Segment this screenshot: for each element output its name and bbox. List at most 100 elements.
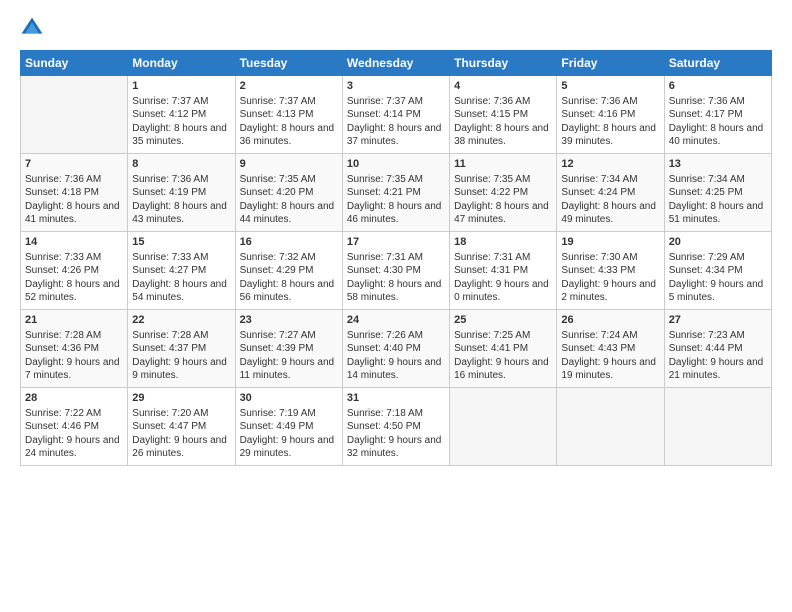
day-content: Sunrise: 7:36 AMSunset: 4:19 PMDaylight:… (132, 174, 227, 226)
calendar-table: SundayMondayTuesdayWednesdayThursdayFrid… (20, 50, 772, 466)
day-number: 29 (132, 391, 230, 406)
day-number: 4 (454, 79, 552, 94)
calendar-header-monday: Monday (128, 51, 235, 76)
calendar-header-tuesday: Tuesday (235, 51, 342, 76)
day-number: 2 (240, 79, 338, 94)
calendar-cell (21, 76, 128, 154)
calendar-week-1: 1 Sunrise: 7:37 AMSunset: 4:12 PMDaylight… (21, 76, 772, 154)
calendar-cell: 18Sunrise: 7:31 AMSunset: 4:31 PMDayligh… (450, 232, 557, 310)
calendar-cell (557, 388, 664, 466)
calendar-cell: 3 Sunrise: 7:37 AMSunset: 4:14 PMDaylight… (342, 76, 449, 154)
calendar-cell: 20 Sunrise: 7:29 AMSunset: 4:34 PMDayligh… (664, 232, 771, 310)
calendar-cell: 9 Sunrise: 7:35 AMSunset: 4:20 PMDaylight… (235, 154, 342, 232)
calendar-header-sunday: Sunday (21, 51, 128, 76)
calendar-week-4: 21Sunrise: 7:28 AMSunset: 4:36 PMDayligh… (21, 310, 772, 388)
day-number: 9 (240, 157, 338, 172)
day-content: Sunrise: 7:36 AMSunset: 4:18 PMDaylight:… (25, 174, 120, 226)
calendar-cell: 4 Sunrise: 7:36 AMSunset: 4:15 PMDaylight… (450, 76, 557, 154)
day-number: 10 (347, 157, 445, 172)
calendar-cell: 26 Sunrise: 7:24 AMSunset: 4:43 PMDayligh… (557, 310, 664, 388)
day-number: 7 (25, 157, 123, 172)
calendar-cell: 12 Sunrise: 7:34 AMSunset: 4:24 PMDayligh… (557, 154, 664, 232)
day-content: Sunrise: 7:24 AMSunset: 4:43 PMDaylight:… (561, 330, 656, 382)
calendar-week-5: 28 Sunrise: 7:22 AMSunset: 4:46 PMDayligh… (21, 388, 772, 466)
day-content: Sunrise: 7:36 AMSunset: 4:16 PMDaylight:… (561, 96, 656, 148)
day-number: 30 (240, 391, 338, 406)
day-content: Sunrise: 7:31 AMSunset: 4:30 PMDaylight:… (347, 252, 442, 304)
calendar-cell: 31 Sunrise: 7:18 AMSunset: 4:50 PMDayligh… (342, 388, 449, 466)
day-number: 16 (240, 235, 338, 250)
day-number: 19 (561, 235, 659, 250)
day-content: Sunrise: 7:34 AMSunset: 4:25 PMDaylight:… (669, 174, 764, 226)
day-content: Sunrise: 7:28 AMSunset: 4:37 PMDaylight:… (132, 330, 227, 382)
calendar-header-thursday: Thursday (450, 51, 557, 76)
calendar-cell: 25Sunrise: 7:25 AMSunset: 4:41 PMDayligh… (450, 310, 557, 388)
day-content: Sunrise: 7:26 AMSunset: 4:40 PMDaylight:… (347, 330, 442, 382)
calendar-cell: 22 Sunrise: 7:28 AMSunset: 4:37 PMDayligh… (128, 310, 235, 388)
calendar-cell: 7 Sunrise: 7:36 AMSunset: 4:18 PMDaylight… (21, 154, 128, 232)
day-content: Sunrise: 7:25 AMSunset: 4:41 PMDaylight:… (454, 330, 549, 382)
day-number: 27 (669, 313, 767, 328)
day-content: Sunrise: 7:29 AMSunset: 4:34 PMDaylight:… (669, 252, 764, 304)
calendar-header-saturday: Saturday (664, 51, 771, 76)
calendar-cell: 11 Sunrise: 7:35 AMSunset: 4:22 PMDayligh… (450, 154, 557, 232)
calendar-cell: 30 Sunrise: 7:19 AMSunset: 4:49 PMDayligh… (235, 388, 342, 466)
day-content: Sunrise: 7:33 AMSunset: 4:27 PMDaylight:… (132, 252, 227, 304)
calendar-cell: 21Sunrise: 7:28 AMSunset: 4:36 PMDayligh… (21, 310, 128, 388)
calendar-cell: 8Sunrise: 7:36 AMSunset: 4:19 PMDaylight… (128, 154, 235, 232)
calendar-cell: 6Sunrise: 7:36 AMSunset: 4:17 PMDaylight… (664, 76, 771, 154)
day-content: Sunrise: 7:35 AMSunset: 4:20 PMDaylight:… (240, 174, 335, 226)
day-number: 28 (25, 391, 123, 406)
day-number: 6 (669, 79, 767, 94)
day-number: 14 (25, 235, 123, 250)
day-content: Sunrise: 7:37 AMSunset: 4:13 PMDaylight:… (240, 96, 335, 148)
calendar-week-3: 14 Sunrise: 7:33 AMSunset: 4:26 PMDayligh… (21, 232, 772, 310)
calendar-cell: 23 Sunrise: 7:27 AMSunset: 4:39 PMDayligh… (235, 310, 342, 388)
day-number: 17 (347, 235, 445, 250)
day-number: 22 (132, 313, 230, 328)
day-content: Sunrise: 7:35 AMSunset: 4:22 PMDaylight:… (454, 174, 549, 226)
calendar-cell: 27Sunrise: 7:23 AMSunset: 4:44 PMDayligh… (664, 310, 771, 388)
day-content: Sunrise: 7:20 AMSunset: 4:47 PMDaylight:… (132, 408, 227, 460)
calendar-cell: 2 Sunrise: 7:37 AMSunset: 4:13 PMDaylight… (235, 76, 342, 154)
day-number: 31 (347, 391, 445, 406)
calendar-cell: 24Sunrise: 7:26 AMSunset: 4:40 PMDayligh… (342, 310, 449, 388)
day-content: Sunrise: 7:19 AMSunset: 4:49 PMDaylight:… (240, 408, 335, 460)
day-number: 13 (669, 157, 767, 172)
day-number: 11 (454, 157, 552, 172)
day-content: Sunrise: 7:37 AMSunset: 4:14 PMDaylight:… (347, 96, 442, 148)
day-number: 3 (347, 79, 445, 94)
calendar-cell (664, 388, 771, 466)
day-content: Sunrise: 7:22 AMSunset: 4:46 PMDaylight:… (25, 408, 120, 460)
day-content: Sunrise: 7:27 AMSunset: 4:39 PMDaylight:… (240, 330, 335, 382)
calendar-cell: 29 Sunrise: 7:20 AMSunset: 4:47 PMDayligh… (128, 388, 235, 466)
day-content: Sunrise: 7:18 AMSunset: 4:50 PMDaylight:… (347, 408, 442, 460)
calendar-header-row: SundayMondayTuesdayWednesdayThursdayFrid… (21, 51, 772, 76)
calendar-cell: 15 Sunrise: 7:33 AMSunset: 4:27 PMDayligh… (128, 232, 235, 310)
calendar-week-2: 7 Sunrise: 7:36 AMSunset: 4:18 PMDaylight… (21, 154, 772, 232)
day-number: 1 (132, 79, 230, 94)
calendar-cell: 1 Sunrise: 7:37 AMSunset: 4:12 PMDaylight… (128, 76, 235, 154)
calendar-cell: 16Sunrise: 7:32 AMSunset: 4:29 PMDayligh… (235, 232, 342, 310)
day-number: 15 (132, 235, 230, 250)
day-content: Sunrise: 7:34 AMSunset: 4:24 PMDaylight:… (561, 174, 656, 226)
calendar-cell: 17 Sunrise: 7:31 AMSunset: 4:30 PMDayligh… (342, 232, 449, 310)
calendar-cell: 13 Sunrise: 7:34 AMSunset: 4:25 PMDayligh… (664, 154, 771, 232)
day-number: 26 (561, 313, 659, 328)
calendar-header-wednesday: Wednesday (342, 51, 449, 76)
day-content: Sunrise: 7:33 AMSunset: 4:26 PMDaylight:… (25, 252, 120, 304)
day-number: 5 (561, 79, 659, 94)
day-content: Sunrise: 7:36 AMSunset: 4:15 PMDaylight:… (454, 96, 549, 148)
logo-icon (20, 16, 44, 40)
day-number: 21 (25, 313, 123, 328)
day-content: Sunrise: 7:31 AMSunset: 4:31 PMDaylight:… (454, 252, 549, 304)
day-content: Sunrise: 7:37 AMSunset: 4:12 PMDaylight:… (132, 96, 227, 148)
calendar-cell: 14 Sunrise: 7:33 AMSunset: 4:26 PMDayligh… (21, 232, 128, 310)
day-number: 23 (240, 313, 338, 328)
header (20, 16, 772, 40)
day-number: 20 (669, 235, 767, 250)
calendar-cell (450, 388, 557, 466)
day-number: 12 (561, 157, 659, 172)
logo (20, 16, 46, 40)
day-content: Sunrise: 7:30 AMSunset: 4:33 PMDaylight:… (561, 252, 656, 304)
